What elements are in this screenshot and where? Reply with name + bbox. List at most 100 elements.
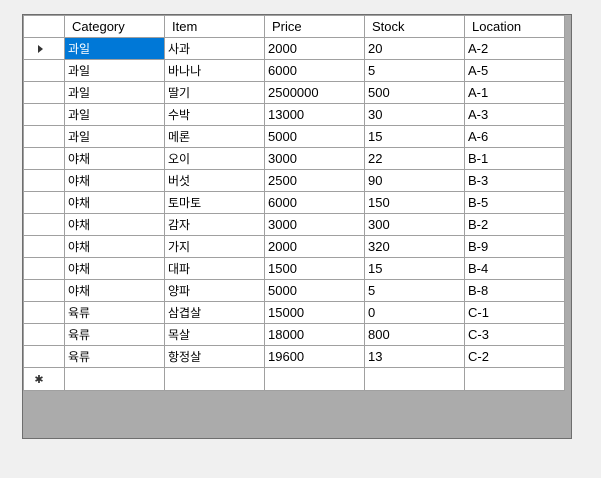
table-row[interactable]: 과일 바나나 6000 5 A-5 xyxy=(23,59,565,82)
cell-location[interactable]: C-2 xyxy=(464,345,565,368)
row-header-cell[interactable] xyxy=(23,147,65,170)
cell-item[interactable]: 메론 xyxy=(164,125,265,148)
cell-item[interactable]: 목살 xyxy=(164,323,265,346)
row-header-cell[interactable] xyxy=(23,125,65,148)
cell-location[interactable]: A-6 xyxy=(464,125,565,148)
cell-location[interactable]: B-3 xyxy=(464,169,565,192)
top-left-header-cell[interactable] xyxy=(23,15,65,38)
cell-stock[interactable]: 20 xyxy=(364,37,465,60)
cell-item[interactable]: 오이 xyxy=(164,147,265,170)
cell-location[interactable]: B-4 xyxy=(464,257,565,280)
cell-item[interactable]: 가지 xyxy=(164,235,265,258)
cell-category[interactable]: 과일 xyxy=(64,103,165,126)
cell-location[interactable]: A-3 xyxy=(464,103,565,126)
table-row[interactable]: 야채 가지 2000 320 B-9 xyxy=(23,235,565,258)
cell-price[interactable]: 19600 xyxy=(264,345,365,368)
cell-item[interactable]: 감자 xyxy=(164,213,265,236)
cell-category[interactable]: 야채 xyxy=(64,191,165,214)
row-header-cell[interactable] xyxy=(23,81,65,104)
cell-item[interactable]: 토마토 xyxy=(164,191,265,214)
row-header-cell[interactable] xyxy=(23,235,65,258)
cell-price[interactable]: 1500 xyxy=(264,257,365,280)
cell-stock[interactable]: 800 xyxy=(364,323,465,346)
cell-item[interactable]: 딸기 xyxy=(164,81,265,104)
new-row-cell-location[interactable] xyxy=(464,367,565,391)
cell-category[interactable]: 육류 xyxy=(64,345,165,368)
cell-price[interactable]: 3000 xyxy=(264,213,365,236)
cell-stock[interactable]: 22 xyxy=(364,147,465,170)
row-header-cell[interactable] xyxy=(23,103,65,126)
cell-stock[interactable]: 300 xyxy=(364,213,465,236)
row-header-cell[interactable] xyxy=(23,191,65,214)
row-header-cell[interactable] xyxy=(23,301,65,324)
row-header-cell[interactable] xyxy=(23,279,65,302)
cell-price[interactable]: 3000 xyxy=(264,147,365,170)
cell-category[interactable]: 야채 xyxy=(64,279,165,302)
row-header-cell[interactable] xyxy=(23,37,65,60)
cell-category[interactable]: 과일 xyxy=(64,81,165,104)
table-row[interactable]: 과일 수박 13000 30 A-3 xyxy=(23,103,565,126)
cell-item[interactable]: 바나나 xyxy=(164,59,265,82)
cell-category[interactable]: 야채 xyxy=(64,235,165,258)
table-row[interactable]: 육류 삼겹살 15000 0 C-1 xyxy=(23,301,565,324)
cell-stock[interactable]: 15 xyxy=(364,257,465,280)
row-header-cell[interactable]: ✱ xyxy=(23,367,65,391)
cell-stock[interactable]: 150 xyxy=(364,191,465,214)
table-row[interactable]: 야채 오이 3000 22 B-1 xyxy=(23,147,565,170)
cell-category[interactable]: 과일 xyxy=(64,37,165,60)
cell-price[interactable]: 2500 xyxy=(264,169,365,192)
cell-category[interactable]: 야채 xyxy=(64,257,165,280)
cell-location[interactable]: B-9 xyxy=(464,235,565,258)
cell-stock[interactable]: 500 xyxy=(364,81,465,104)
row-header-cell[interactable] xyxy=(23,59,65,82)
cell-item[interactable]: 대파 xyxy=(164,257,265,280)
cell-location[interactable]: A-1 xyxy=(464,81,565,104)
cell-category[interactable]: 육류 xyxy=(64,323,165,346)
row-header-cell[interactable] xyxy=(23,345,65,368)
cell-stock[interactable]: 5 xyxy=(364,279,465,302)
cell-category[interactable]: 야채 xyxy=(64,147,165,170)
table-row[interactable]: 야채 버섯 2500 90 B-3 xyxy=(23,169,565,192)
cell-price[interactable]: 13000 xyxy=(264,103,365,126)
cell-location[interactable]: A-5 xyxy=(464,59,565,82)
cell-price[interactable]: 18000 xyxy=(264,323,365,346)
cell-category[interactable]: 야채 xyxy=(64,169,165,192)
cell-location[interactable]: B-8 xyxy=(464,279,565,302)
new-row[interactable]: ✱ xyxy=(23,367,565,391)
cell-location[interactable]: A-2 xyxy=(464,37,565,60)
table-row[interactable]: 야채 대파 1500 15 B-4 xyxy=(23,257,565,280)
row-header-cell[interactable] xyxy=(23,323,65,346)
cell-location[interactable]: C-3 xyxy=(464,323,565,346)
cell-item[interactable]: 사과 xyxy=(164,37,265,60)
cell-item[interactable]: 수박 xyxy=(164,103,265,126)
cell-price[interactable]: 6000 xyxy=(264,59,365,82)
cell-price[interactable]: 15000 xyxy=(264,301,365,324)
cell-category[interactable]: 육류 xyxy=(64,301,165,324)
table-row[interactable]: 과일 딸기 2500000 500 A-1 xyxy=(23,81,565,104)
cell-price[interactable]: 2000 xyxy=(264,235,365,258)
cell-location[interactable]: B-2 xyxy=(464,213,565,236)
cell-item[interactable]: 삼겹살 xyxy=(164,301,265,324)
table-row[interactable]: 육류 항정살 19600 13 C-2 xyxy=(23,345,565,368)
cell-price[interactable]: 5000 xyxy=(264,279,365,302)
row-header-cell[interactable] xyxy=(23,213,65,236)
cell-stock[interactable]: 5 xyxy=(364,59,465,82)
cell-location[interactable]: C-1 xyxy=(464,301,565,324)
table-row[interactable]: 야채 감자 3000 300 B-2 xyxy=(23,213,565,236)
new-row-cell-price[interactable] xyxy=(264,367,365,391)
column-header-category[interactable]: Category xyxy=(64,15,165,38)
cell-category[interactable]: 과일 xyxy=(64,125,165,148)
cell-price[interactable]: 2000 xyxy=(264,37,365,60)
cell-stock[interactable]: 0 xyxy=(364,301,465,324)
data-grid-view[interactable]: Category Item Price Stock Location 과일 사과 2… xyxy=(22,14,572,439)
row-header-cell[interactable] xyxy=(23,257,65,280)
cell-price[interactable]: 5000 xyxy=(264,125,365,148)
column-header-price[interactable]: Price xyxy=(264,15,365,38)
cell-location[interactable]: B-5 xyxy=(464,191,565,214)
table-row[interactable]: 야채 토마토 6000 150 B-5 xyxy=(23,191,565,214)
table-row[interactable]: 과일 사과 2000 20 A-2 xyxy=(23,37,565,60)
new-row-cell-stock[interactable] xyxy=(364,367,465,391)
new-row-cell-category[interactable] xyxy=(64,367,165,391)
cell-stock[interactable]: 15 xyxy=(364,125,465,148)
cell-location[interactable]: B-1 xyxy=(464,147,565,170)
